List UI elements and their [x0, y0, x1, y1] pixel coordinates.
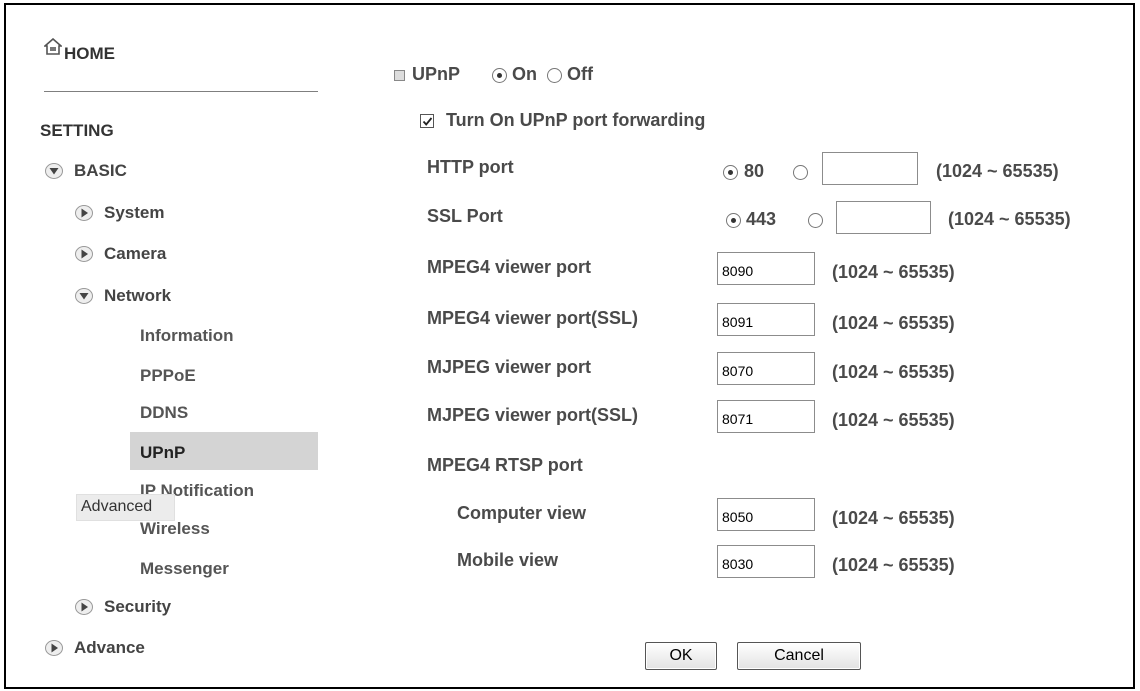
chevron-right-icon	[75, 599, 93, 615]
mjpeg-ssl-port-input[interactable]: 8071	[717, 400, 815, 433]
ssl-port-default-label: 443	[746, 209, 777, 229]
mjpeg-viewer-port-range: (1024 ~ 65535)	[832, 362, 955, 382]
sidebar-item-wireless[interactable]: Wireless	[140, 519, 210, 539]
mpeg4-ssl-port-range: (1024 ~ 65535)	[832, 313, 955, 333]
chevron-right-icon	[45, 640, 63, 656]
mjpeg-viewer-port-input[interactable]: 8070	[717, 352, 815, 385]
sidebar-item-network[interactable]: Network	[74, 286, 171, 306]
sidebar-item-network-label: Network	[104, 286, 172, 305]
mpeg4-ssl-port-input[interactable]: 8091	[717, 303, 815, 336]
home-link[interactable]: HOME	[64, 44, 115, 64]
sidebar-item-basic-label: BASIC	[74, 161, 127, 180]
ssl-port-label: SSL Port	[427, 206, 503, 226]
checkmark-icon	[422, 117, 433, 126]
rtsp-port-heading: MPEG4 RTSP port	[427, 455, 583, 475]
chevron-down-icon	[75, 288, 93, 304]
mpeg4-viewer-port-range: (1024 ~ 65535)	[832, 262, 955, 282]
upnp-on-label: On	[512, 64, 537, 84]
mpeg4-ssl-port-label: MPEG4 viewer port(SSL)	[427, 308, 639, 328]
mpeg4-viewer-port-label: MPEG4 viewer port	[427, 257, 592, 277]
chevron-down-icon	[45, 163, 63, 179]
sidebar-item-security-label: Security	[104, 597, 172, 616]
sidebar-item-camera-label: Camera	[104, 244, 167, 263]
upnp-off-label: Off	[567, 64, 593, 84]
http-port-label: HTTP port	[427, 157, 514, 177]
sidebar-divider	[44, 91, 318, 92]
sidebar-item-basic[interactable]: BASIC	[44, 161, 127, 181]
http-port-default-label: 80	[744, 161, 765, 181]
mobile-view-range: (1024 ~ 65535)	[832, 555, 955, 575]
ssl-port-custom-radio[interactable]	[808, 213, 823, 228]
sidebar-item-information[interactable]: Information	[140, 326, 234, 346]
mobile-view-port-input[interactable]: 8030	[717, 545, 815, 578]
sidebar-item-advance[interactable]: Advance	[44, 638, 145, 658]
sidebar-item-system[interactable]: System	[74, 203, 164, 223]
sidebar-item-messenger[interactable]: Messenger	[140, 559, 229, 579]
chevron-right-icon	[75, 205, 93, 221]
port-forwarding-checkbox[interactable]	[420, 114, 434, 128]
ssl-port-range: (1024 ~ 65535)	[948, 209, 1071, 229]
mpeg4-viewer-port-input[interactable]: 8090	[717, 252, 815, 285]
setting-heading: SETTING	[40, 121, 114, 140]
page-frame	[4, 3, 1135, 689]
section-bullet-icon	[394, 70, 405, 81]
cancel-button[interactable]: Cancel	[737, 642, 861, 670]
tooltip: Advanced	[76, 494, 175, 521]
http-port-custom-radio[interactable]	[793, 165, 808, 180]
http-port-default-radio[interactable]	[723, 165, 738, 180]
computer-view-port-input[interactable]: 8050	[717, 498, 815, 531]
sidebar-item-upnp[interactable]: UPnP	[140, 443, 185, 463]
ssl-port-input[interactable]	[836, 201, 931, 234]
mjpeg-ssl-port-range: (1024 ~ 65535)	[832, 410, 955, 430]
computer-view-label: Computer view	[457, 503, 587, 523]
computer-view-range: (1024 ~ 65535)	[832, 508, 955, 528]
sidebar-item-security[interactable]: Security	[74, 597, 171, 617]
mjpeg-viewer-port-label: MJPEG viewer port	[427, 357, 592, 377]
mobile-view-label: Mobile view	[457, 550, 559, 570]
sidebar-item-advance-label: Advance	[74, 638, 145, 657]
sidebar-item-pppoe[interactable]: PPPoE	[140, 366, 196, 386]
port-forwarding-label: Turn On UPnP port forwarding	[446, 110, 706, 130]
ssl-port-default-radio[interactable]	[726, 213, 741, 228]
upnp-on-radio[interactable]	[492, 68, 507, 83]
sidebar-item-system-label: System	[104, 203, 165, 222]
upnp-label: UPnP	[412, 64, 461, 84]
upnp-off-radio[interactable]	[547, 68, 562, 83]
home-icon[interactable]	[44, 38, 62, 56]
http-port-input[interactable]	[822, 152, 918, 185]
mjpeg-ssl-port-label: MJPEG viewer port(SSL)	[427, 405, 639, 425]
sidebar-item-ddns[interactable]: DDNS	[140, 403, 188, 423]
chevron-right-icon	[75, 246, 93, 262]
sidebar-item-camera[interactable]: Camera	[74, 244, 166, 264]
ok-button[interactable]: OK	[645, 642, 717, 670]
http-port-range: (1024 ~ 65535)	[936, 161, 1059, 181]
